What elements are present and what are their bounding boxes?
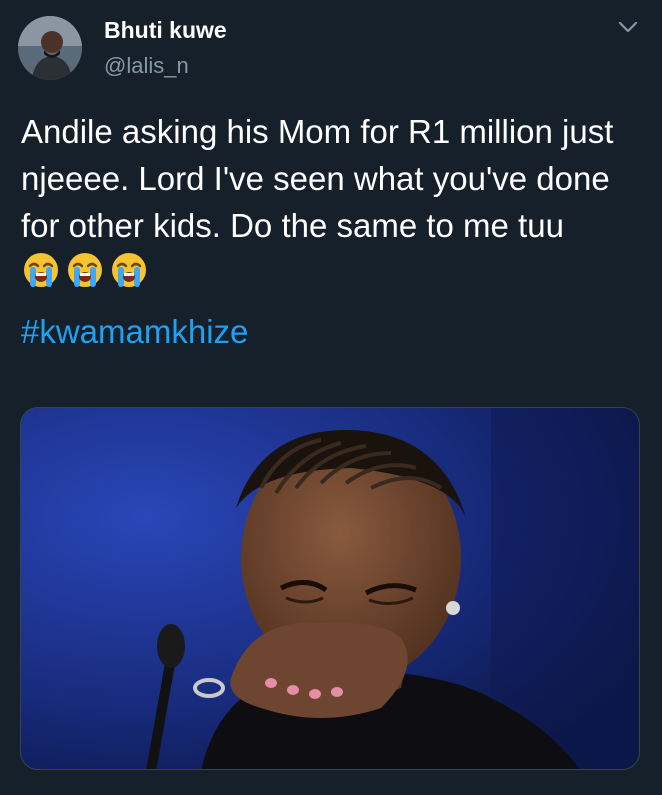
tweet-text-block: Andile asking his Mom for R1 million jus… [21, 108, 641, 302]
tweet-text: Andile asking his Mom for R1 million jus… [21, 113, 614, 244]
emoji-group [21, 250, 153, 302]
hashtag-link[interactable]: #kwamamkhize [21, 313, 248, 351]
user-handle[interactable]: @lalis_n [104, 53, 189, 79]
loudly-crying-face-icon [65, 250, 105, 290]
tweet-card[interactable]: Bhuti kuwe @lalis_n Andile asking his Mo… [0, 0, 662, 795]
display-name[interactable]: Bhuti kuwe [104, 17, 227, 44]
chevron-down-icon[interactable] [618, 18, 638, 36]
tweet-photo[interactable] [20, 407, 640, 770]
avatar[interactable] [18, 16, 82, 80]
loudly-crying-face-icon [21, 250, 61, 290]
loudly-crying-face-icon [109, 250, 149, 290]
